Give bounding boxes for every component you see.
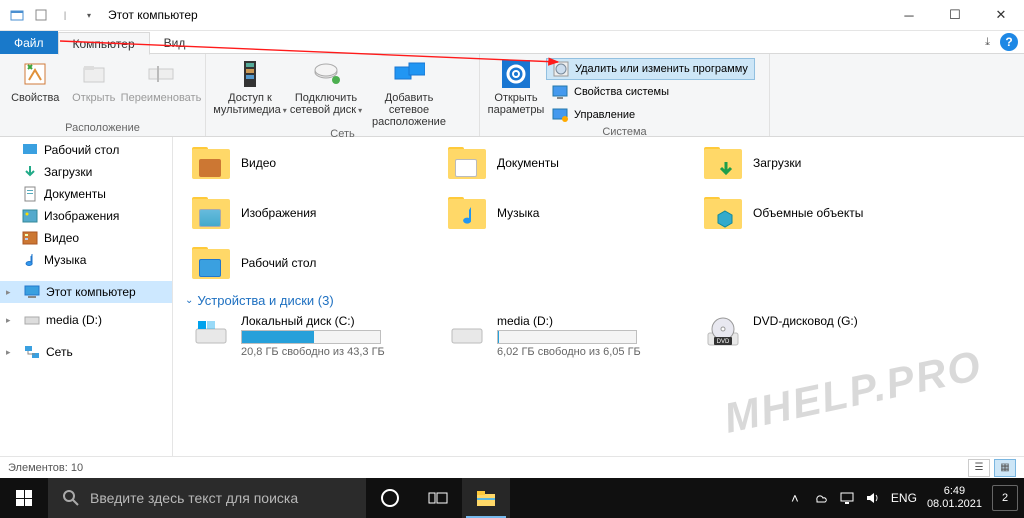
minimize-button[interactable]: ─ xyxy=(886,0,932,31)
drive-c-icon xyxy=(191,314,231,354)
desktop-icon xyxy=(22,142,38,158)
tray-notifications[interactable]: 2 xyxy=(992,485,1018,511)
folder-documents[interactable]: Документы xyxy=(447,141,683,185)
manage-icon xyxy=(552,107,568,123)
properties-button[interactable]: Свойства xyxy=(6,56,65,104)
titlebar: | ▾ Этот компьютер ─ ☐ ✕ xyxy=(0,0,1024,31)
status-bar: Элементов: 10 ☰ ▦ xyxy=(0,456,1024,478)
drives-section-header[interactable]: ⌄Устройства и диски (3) xyxy=(185,293,1014,308)
folder-pictures[interactable]: Изображения xyxy=(191,191,427,235)
group-location-label: Расположение xyxy=(0,122,205,136)
folder-3d-objects[interactable]: Объемные объекты xyxy=(703,191,939,235)
sidebar-item-downloads[interactable]: Загрузки xyxy=(0,161,172,183)
sidebar-item-this-pc[interactable]: ▸Этот компьютер xyxy=(0,281,172,303)
drive-local-c[interactable]: Локальный диск (C:)20,8 ГБ свободно из 4… xyxy=(191,314,427,358)
taskbar: Введите здесь текст для поиска ˄ ENG 6:4… xyxy=(0,478,1024,518)
drive-dvd-g[interactable]: DVD DVD-дисковод (G:) xyxy=(703,314,939,358)
properties-icon xyxy=(19,58,51,90)
pc-icon xyxy=(24,284,40,300)
tab-file[interactable]: Файл xyxy=(0,31,58,54)
caret-icon: ▸ xyxy=(6,287,18,298)
content-pane: Видео Документы Загрузки Изображения Муз… xyxy=(173,137,1024,456)
sidebar-item-documents[interactable]: Документы xyxy=(0,183,172,205)
folder-desktop[interactable]: Рабочий стол xyxy=(191,241,427,285)
tray-clock[interactable]: 6:4908.01.2021 xyxy=(927,485,982,511)
network-icon xyxy=(24,344,40,360)
folder-music[interactable]: Музыка xyxy=(447,191,683,235)
close-button[interactable]: ✕ xyxy=(978,0,1024,31)
system-properties-button[interactable]: Свойства системы xyxy=(546,81,755,103)
pictures-icon xyxy=(22,208,38,224)
qat-separator: | xyxy=(54,4,76,26)
taskbar-cortana[interactable] xyxy=(366,478,414,518)
folder-downloads[interactable]: Загрузки xyxy=(703,141,939,185)
monitor-small-icon xyxy=(552,84,568,100)
svg-text:DVD: DVD xyxy=(717,339,730,345)
uninstall-program-button[interactable]: Удалить или изменить программу xyxy=(546,58,755,80)
tray-language[interactable]: ENG xyxy=(891,491,917,505)
help-button[interactable]: ? xyxy=(1000,33,1018,51)
tray-onedrive-icon[interactable] xyxy=(813,490,829,506)
manage-button[interactable]: Управление xyxy=(546,104,755,126)
sidebar-item-video[interactable]: Видео xyxy=(0,227,172,249)
system-tray: ˄ ENG 6:4908.01.2021 2 xyxy=(787,478,1024,518)
tray-up-icon[interactable]: ˄ xyxy=(787,490,803,506)
music-icon xyxy=(22,252,38,268)
video-icon xyxy=(22,230,38,246)
tray-network-icon[interactable] xyxy=(839,490,855,506)
sidebar-item-network[interactable]: ▸Сеть xyxy=(0,341,172,363)
dvd-icon: DVD xyxy=(703,314,743,354)
sidebar-item-pictures[interactable]: Изображения xyxy=(0,205,172,227)
drive-icon xyxy=(24,312,40,328)
view-tiles-button[interactable]: ▦ xyxy=(994,459,1016,477)
view-details-button[interactable]: ☰ xyxy=(968,459,990,477)
main-area: Рабочий стол Загрузки Документы Изображе… xyxy=(0,137,1024,456)
taskbar-search[interactable]: Введите здесь текст для поиска xyxy=(48,478,366,518)
window-title: Этот компьютер xyxy=(108,8,198,22)
navigation-pane: Рабочий стол Загрузки Документы Изображе… xyxy=(0,137,173,456)
drive-d-icon xyxy=(447,314,487,354)
sidebar-item-desktop[interactable]: Рабочий стол xyxy=(0,139,172,161)
chevron-down-icon: ⌄ xyxy=(185,295,193,306)
sidebar-item-music[interactable]: Музыка xyxy=(0,249,172,271)
system-menu-icon[interactable] xyxy=(6,4,28,26)
folder-video[interactable]: Видео xyxy=(191,141,427,185)
start-button[interactable] xyxy=(0,478,48,518)
taskbar-explorer[interactable] xyxy=(462,478,510,518)
item-count: Элементов: 10 xyxy=(8,462,83,474)
minimize-ribbon-icon[interactable]: ⤓ xyxy=(985,36,990,49)
qat-dropdown-icon[interactable]: ▾ xyxy=(78,4,100,26)
tray-volume-icon[interactable] xyxy=(865,490,881,506)
documents-icon xyxy=(22,186,38,202)
qat-properties-icon[interactable] xyxy=(30,4,52,26)
drive-media-d[interactable]: media (D:)6,02 ГБ свободно из 6,05 ГБ xyxy=(447,314,683,358)
maximize-button[interactable]: ☐ xyxy=(932,0,978,31)
annotation-arrow xyxy=(60,38,570,68)
taskbar-taskview[interactable] xyxy=(414,478,462,518)
sidebar-item-media[interactable]: ▸media (D:) xyxy=(0,309,172,331)
search-icon xyxy=(62,489,80,507)
downloads-icon xyxy=(22,164,38,180)
